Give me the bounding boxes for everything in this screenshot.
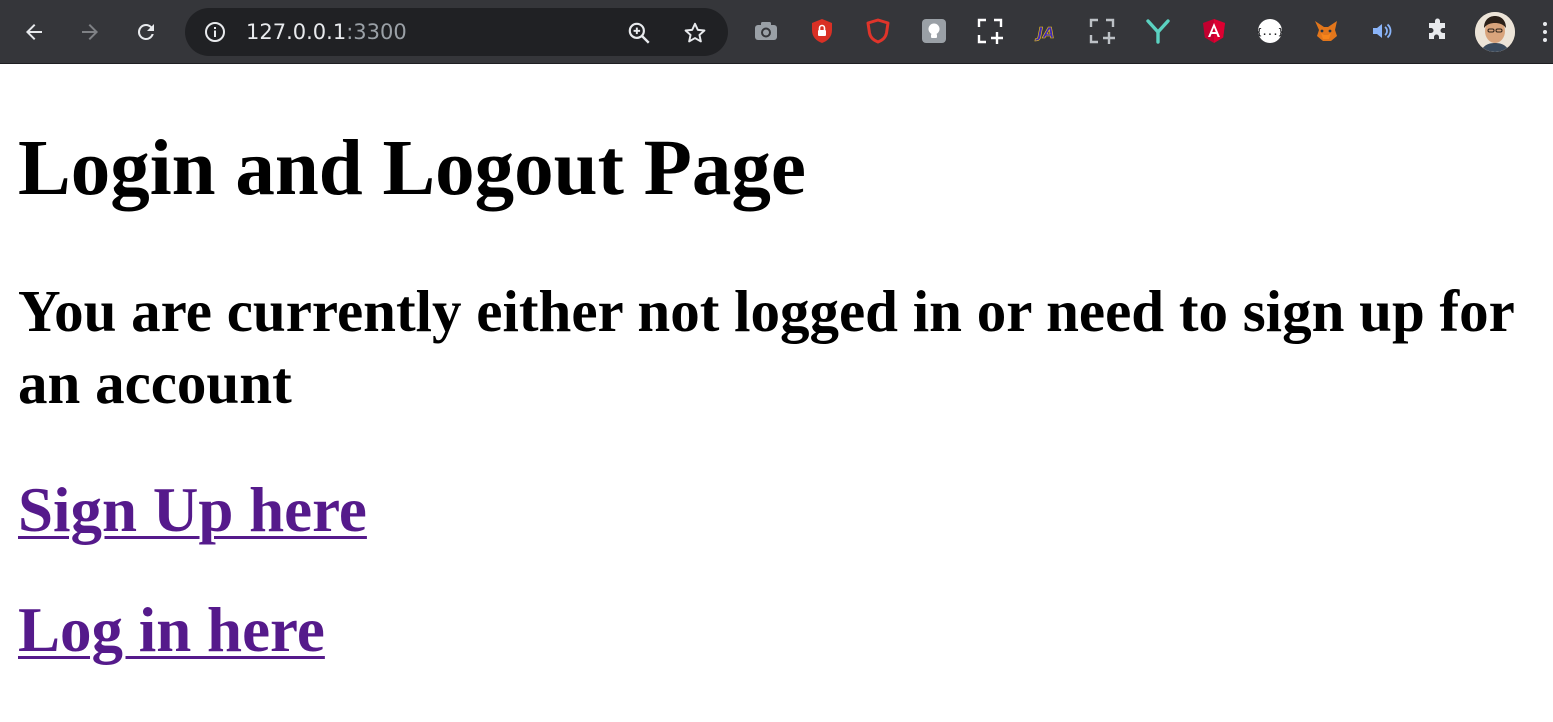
user-avatar-icon (1475, 12, 1515, 52)
extension-angular[interactable] (1199, 16, 1229, 46)
extension-metamask[interactable] (1311, 16, 1341, 46)
angular-icon (1203, 19, 1225, 43)
ja-icon: JA (1034, 24, 1055, 43)
svg-text:JA: JA (1034, 24, 1054, 42)
metamask-fox-icon (1315, 21, 1337, 41)
star-icon (684, 22, 706, 43)
lightbulb-icon (922, 19, 946, 43)
status-message: You are currently either not logged in o… (18, 278, 1514, 416)
extension-ja[interactable]: JA (1031, 16, 1061, 46)
forward-button[interactable] (72, 14, 108, 50)
extension-brave-shield[interactable] (863, 16, 893, 46)
extensions-menu-button[interactable] (1423, 16, 1453, 46)
extension-screenshot-crop[interactable] (975, 16, 1005, 46)
page-content: Login and Logout Page You are currently … (0, 65, 1553, 722)
puzzle-extensions-icon (1429, 18, 1445, 39)
profile-avatar[interactable] (1475, 12, 1515, 52)
browser-toolbar: 127.0.0.1:3300 JA {...} (0, 0, 1553, 64)
selection-crop-icon (1089, 18, 1115, 44)
browser-menu-button[interactable] (1537, 14, 1553, 50)
reload-button[interactable] (128, 14, 164, 50)
signup-link[interactable]: Sign Up here (18, 474, 367, 546)
url-port: :3300 (346, 20, 407, 44)
svg-text:{...}: {...} (1256, 28, 1283, 38)
extension-lightbulb[interactable] (919, 16, 949, 46)
extension-lock-shield[interactable] (807, 16, 837, 46)
extension-json-viewer[interactable]: {...} (1255, 16, 1285, 46)
page-title: Login and Logout Page (18, 125, 806, 212)
more-vert-icon (1543, 22, 1547, 42)
extension-y-logo[interactable] (1143, 16, 1173, 46)
login-link[interactable]: Log in here (18, 594, 325, 666)
reload-icon (137, 23, 154, 40)
brave-shield-icon (866, 18, 890, 44)
extension-camera[interactable] (751, 16, 781, 46)
extension-speaker[interactable] (1367, 16, 1397, 46)
bookmark-button[interactable] (681, 19, 709, 47)
y-logo-icon (1146, 19, 1170, 44)
site-info-button[interactable] (203, 20, 227, 44)
info-icon (205, 22, 225, 42)
url-text[interactable]: 127.0.0.1:3300 (246, 20, 407, 44)
address-bar[interactable]: 127.0.0.1:3300 (185, 8, 728, 56)
forward-arrow-icon (82, 24, 98, 40)
camera-icon (755, 22, 777, 40)
zoom-button[interactable] (625, 19, 653, 47)
speaker-icon (1373, 23, 1392, 39)
zoom-in-icon (628, 22, 650, 44)
back-button[interactable] (16, 14, 52, 50)
lock-shield-icon (812, 19, 832, 43)
json-viewer-icon: {...} (1256, 19, 1284, 43)
url-host: 127.0.0.1 (246, 20, 347, 44)
screenshot-crop-icon (977, 18, 1003, 44)
back-arrow-icon (26, 24, 42, 40)
extension-selection-crop[interactable] (1087, 16, 1117, 46)
